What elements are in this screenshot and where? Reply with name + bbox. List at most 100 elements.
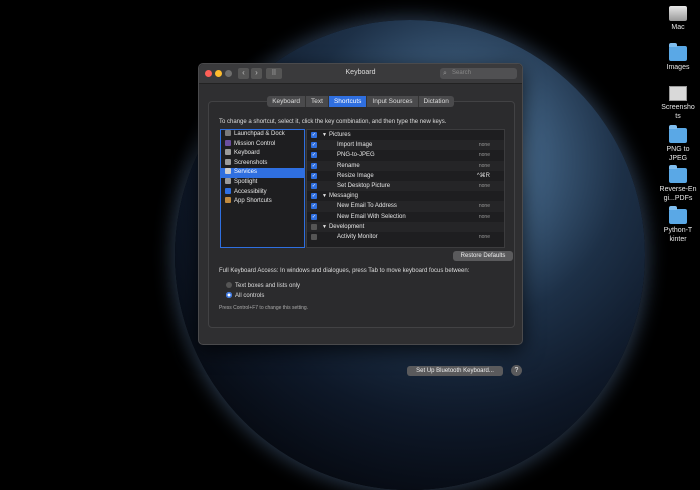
gear-icon [225, 168, 231, 175]
shortcut-key[interactable]: none [479, 232, 490, 242]
tab-shortcuts[interactable]: Shortcuts [328, 96, 368, 107]
shortcut-checkbox[interactable] [311, 233, 317, 240]
help-button[interactable]: ? [511, 365, 522, 376]
launchpad-icon [225, 130, 231, 136]
disclosure-triangle-icon[interactable]: ▼ [322, 224, 327, 230]
shortcut-checkbox[interactable]: ✓ [311, 152, 317, 159]
shortcut-row[interactable]: ✓ Set Desktop Picture none [307, 180, 504, 192]
desktop-icon-reverse-engineering-pdfs[interactable]: Reverse-Engi...PDFs [656, 165, 700, 203]
category-item-services[interactable]: Services [221, 168, 304, 178]
shortcut-label: New Email To Address [337, 203, 397, 210]
shortcut-name: ▼ Pictures [322, 130, 351, 140]
shortcut-list[interactable]: ✓ ▼ Pictures ✓ Import Image none ✓ PNG-to-JPEG n… [306, 129, 505, 248]
desktop-icon-python-tkinter[interactable]: Python-Tkinter [656, 206, 700, 244]
shortcut-checkbox[interactable]: ✓ [311, 132, 317, 138]
shortcut-key[interactable]: ^⌘R [477, 171, 490, 181]
shortcut-row[interactable]: ✓ Rename none [307, 160, 504, 171]
desktop-icon-screenshots[interactable]: Screenshots [656, 86, 700, 121]
shortcut-row[interactable]: Activity Monitor none [307, 232, 504, 242]
setup-bluetooth-keyboard-button[interactable]: Set Up Bluetooth Keyboard... [407, 366, 503, 376]
restore-defaults-button[interactable]: Restore Defaults [453, 251, 513, 261]
shortcut-name: PNG-to-JPEG [337, 150, 375, 160]
disclosure-triangle-icon[interactable]: ▼ [322, 132, 327, 138]
full-keyboard-access-label: Full Keyboard Access: In windows and dia… [219, 268, 470, 274]
shortcut-row[interactable]: ✓ Import Image none [307, 140, 504, 151]
shortcut-checkbox[interactable]: ✓ [311, 182, 317, 189]
shortcut-checkbox[interactable]: ✓ [311, 213, 317, 220]
disclosure-triangle-icon[interactable]: ▼ [322, 193, 327, 199]
shortcut-checkbox[interactable]: ✓ [311, 162, 317, 169]
shortcut-name: Set Desktop Picture [337, 181, 390, 191]
shortcut-checkbox[interactable]: ✓ [311, 172, 317, 179]
tab-dictation[interactable]: Dictation [418, 96, 454, 107]
app-shortcuts-icon [225, 197, 231, 204]
desktop-icon-mac[interactable]: Mac [656, 6, 700, 32]
tab-bar: Keyboard Text Shortcuts Input Sources Dictat… [199, 96, 522, 107]
desktop-icon-label: Mac [671, 24, 685, 31]
desktop-icon-label: Python-Tkinter [663, 227, 693, 243]
category-item-spotlight[interactable]: Spotlight [221, 177, 304, 188]
shortcut-checkbox[interactable]: ✓ [311, 142, 317, 149]
shortcut-label: Pictures [328, 132, 351, 138]
shortcut-key[interactable]: none [479, 181, 490, 191]
shortcut-checkbox[interactable]: ✓ [311, 203, 317, 210]
desktop-icon-label: Screenshots [661, 104, 695, 120]
tab-text[interactable]: Text [306, 96, 329, 107]
control-f7-note: Press Control+F7 to change this setting. [219, 305, 309, 311]
radio-label: All controls [235, 293, 265, 299]
category-item-app-shortcuts[interactable]: App Shortcuts [221, 197, 304, 207]
shortcut-checkbox[interactable]: ✓ [311, 193, 317, 200]
shortcut-instructions: To change a shortcut, select it, click t… [219, 119, 447, 125]
mission-control-icon [225, 139, 231, 146]
shortcut-group-row[interactable]: ▼ Development [307, 221, 504, 232]
shortcut-row[interactable]: ✓ Resize Image ^⌘R [307, 171, 504, 181]
shortcut-key[interactable]: none [479, 212, 490, 222]
shortcut-name: New Email With Selection [337, 212, 406, 222]
category-item-mission-control[interactable]: Mission Control [221, 139, 304, 150]
title-bar[interactable]: ‹ › ⠿ Keyboard ⌕ Search [199, 64, 522, 84]
shortcut-key[interactable]: none [479, 150, 490, 160]
tab-keyboard[interactable]: Keyboard [267, 96, 307, 107]
category-label: Mission Control [234, 140, 276, 147]
folder-icon [669, 165, 687, 183]
spotlight-icon [225, 177, 231, 184]
shortcut-key[interactable]: none [479, 140, 490, 150]
shortcut-label: PNG-to-JPEG [337, 152, 375, 159]
shortcut-group-row[interactable]: ✓ ▼ Pictures [307, 130, 504, 140]
search-input[interactable]: ⌕ Search [440, 68, 517, 79]
keyboard-preferences-window: ‹ › ⠿ Keyboard ⌕ Search To change a shor… [198, 63, 523, 376]
shortcut-name: ▼ Development [322, 222, 364, 232]
radio-dot-selected [226, 292, 232, 298]
category-item-launchpad-dock[interactable]: Launchpad & Dock [221, 130, 304, 140]
screenshot-file-icon [669, 86, 687, 101]
shortcut-label: Set Desktop Picture [337, 182, 391, 189]
category-list[interactable]: Launchpad & Dock Mission Control Keyboard S… [220, 129, 305, 248]
shortcut-row[interactable]: ✓ New Email To Address none [307, 201, 504, 212]
shortcut-name: ▼ Messaging [322, 191, 358, 201]
desktop-icon-png-to-jpeg[interactable]: PNG to JPEG [656, 125, 700, 163]
keyboard-icon [225, 149, 231, 156]
shortcut-key[interactable]: none [479, 201, 490, 211]
radio-text-boxes-and-lists[interactable]: Text boxes and lists only [226, 282, 300, 289]
shortcut-row[interactable]: ✓ New Email With Selection none [307, 212, 504, 222]
radio-label: Text boxes and lists only [235, 283, 301, 289]
desktop-icon-label: Reverse-Engi...PDFs [659, 186, 697, 202]
folder-icon [669, 206, 687, 224]
shortcut-key[interactable]: none [479, 161, 490, 171]
shortcut-name: Import Image [337, 140, 372, 150]
tab-input-sources[interactable]: Input Sources [367, 96, 419, 107]
category-item-keyboard[interactable]: Keyboard [221, 149, 304, 159]
category-item-screenshots[interactable]: Screenshots [221, 158, 304, 169]
desktop-icon-images[interactable]: Images [656, 43, 700, 72]
radio-dot [226, 282, 232, 288]
folder-icon [669, 125, 687, 143]
radio-all-controls[interactable]: All controls [226, 292, 264, 299]
shortcut-label: New Email With Selection [337, 213, 406, 220]
shortcut-group-row[interactable]: ✓ ▼ Messaging [307, 191, 504, 201]
shortcut-row[interactable]: ✓ PNG-to-JPEG none [307, 150, 504, 160]
category-label: Accessibility [234, 188, 267, 195]
shortcut-checkbox[interactable] [311, 223, 317, 230]
category-label: Keyboard [234, 150, 260, 157]
shortcut-label: Development [328, 223, 365, 230]
category-item-accessibility[interactable]: Accessibility [221, 187, 304, 198]
